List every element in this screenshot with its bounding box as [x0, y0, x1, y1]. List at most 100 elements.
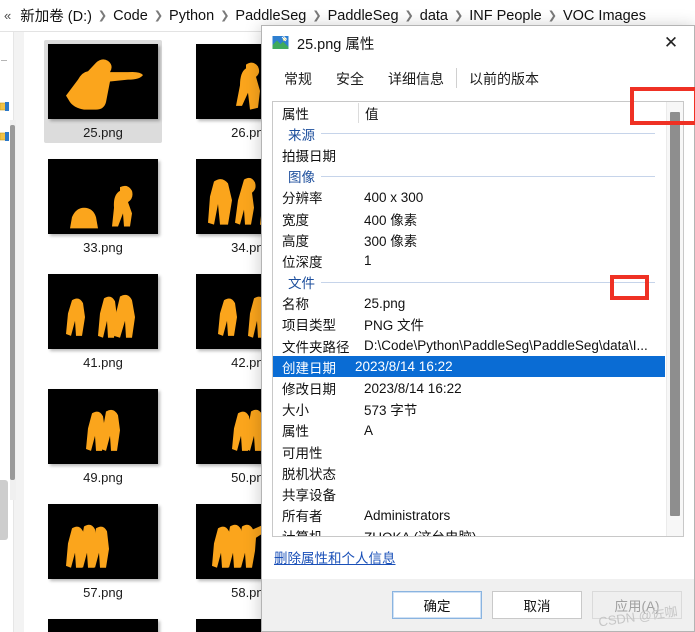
property-value[interactable]: 2023/8/14 16:22 [355, 359, 665, 374]
property-group-header: 文件 [273, 272, 665, 293]
nav-folder-icon [0, 128, 9, 141]
breadcrumb-separator-icon: ❯ [547, 10, 557, 22]
remove-properties-link[interactable]: 删除属性和个人信息 [274, 547, 396, 567]
property-list[interactable]: 属性值来源 拍摄日期 图像 分辨率 400 x 300 宽度 400 像素 高度 300 像素位… [272, 101, 684, 537]
file-name-label: 41.png [83, 355, 123, 370]
property-value[interactable]: 400 像素 [364, 209, 665, 229]
file-thumbnail [48, 274, 158, 349]
property-row[interactable]: 属性 A [273, 420, 665, 441]
property-row[interactable]: 文件夹路径 D:\Code\Python\PaddleSeg\PaddleSeg\… [273, 335, 665, 356]
file-name-label: 33.png [83, 240, 123, 255]
file-tile[interactable]: 57.png [44, 500, 162, 603]
property-key: 分辨率 [282, 191, 323, 207]
tab-previous-versions[interactable]: 以前的版本 [457, 64, 551, 95]
property-key: 共享设备 [282, 487, 336, 503]
property-key: 位深度 [282, 254, 323, 270]
property-group-header: 来源 [273, 123, 665, 144]
property-value[interactable]: Administrators [364, 508, 665, 523]
property-row[interactable]: 计算机ZUOKA (这台电脑) [273, 526, 665, 536]
file-thumbnail [48, 504, 158, 579]
property-row-selected[interactable]: 创建日期 2023/8/14 16:22 [273, 356, 665, 378]
column-header-property[interactable]: 属性 [282, 103, 364, 123]
property-value[interactable]: A [364, 423, 665, 438]
property-value[interactable]: 2023/8/14 16:22 [364, 381, 665, 396]
file-thumbnail [48, 389, 158, 464]
property-key: 计算机 [282, 526, 364, 536]
cancel-button[interactable]: 取消 [492, 591, 582, 619]
property-row[interactable]: 大小 573 字节 [273, 399, 665, 420]
file-tile[interactable]: 49.png [44, 385, 162, 488]
tab-security[interactable]: 安全 [324, 64, 376, 95]
navigation-scrollbar-thumb[interactable] [10, 125, 15, 480]
property-row[interactable]: 位深度 1 [273, 250, 665, 271]
dialog-tabstrip[interactable]: 常规 安全 详细信息 以前的版本 [262, 60, 694, 95]
property-value[interactable]: 1 [364, 253, 665, 268]
property-key: 项目类型 [282, 318, 336, 334]
dialog-body: 属性值来源 拍摄日期 图像 分辨率 400 x 300 宽度 400 像素 高度 300 像素位… [262, 95, 694, 579]
file-name-label: 25.png [83, 125, 123, 140]
property-list-scrollbar-thumb[interactable] [670, 112, 680, 516]
property-row[interactable]: 修改日期 2023/8/14 16:22 [273, 377, 665, 398]
dialog-footer: 确定 取消 应用(A) CSDN @佐咖 [262, 579, 694, 631]
group-divider [321, 175, 655, 177]
property-row[interactable]: 拍摄日期 [273, 144, 665, 165]
nav-folder-icon [0, 98, 9, 111]
file-thumbnail [48, 619, 158, 632]
property-key: 所有者 [282, 509, 323, 525]
property-row[interactable]: 可用性 [273, 441, 665, 462]
property-row[interactable]: 宽度 400 像素 [273, 208, 665, 229]
breadcrumb-item-2[interactable]: Python [164, 6, 219, 26]
property-value[interactable]: D:\Code\Python\PaddleSeg\PaddleSeg\data\… [364, 338, 665, 353]
properties-dialog: 25.png 属性 ✕ 常规 安全 详细信息 以前的版本 属性值来源 拍摄日期图像… [261, 25, 695, 632]
column-header-value[interactable]: 值 [358, 102, 665, 123]
tab-general[interactable]: 常规 [272, 64, 324, 95]
file-tile[interactable]: 65.png [44, 615, 162, 632]
property-value[interactable]: 400 x 300 [364, 190, 665, 205]
breadcrumb-item-6[interactable]: INF People [464, 6, 547, 26]
breadcrumb-item-7[interactable]: VOC Images [558, 6, 651, 26]
property-rows: 属性值来源 拍摄日期 图像 分辨率 400 x 300 宽度 400 像素 高度 300 像素位… [273, 102, 665, 536]
property-value[interactable]: 573 字节 [364, 399, 665, 419]
property-row[interactable]: 高度 300 像素 [273, 229, 665, 250]
property-row[interactable]: 名称 25.png [273, 293, 665, 314]
breadcrumb-item-1[interactable]: Code [108, 6, 153, 26]
property-row[interactable]: 所有者 Administrators [273, 505, 665, 526]
breadcrumb-separator-icon: ❯ [220, 10, 230, 22]
screenshot-root: « 新加卷 (D:) ❯ Code ❯ Python ❯ PaddleSeg ❯… [0, 0, 695, 632]
property-group-label: 来源 [288, 127, 315, 143]
property-value[interactable]: 300 像素 [364, 230, 665, 250]
property-key: 修改日期 [282, 382, 336, 398]
property-row[interactable]: 共享设备 [273, 483, 665, 504]
property-value[interactable]: ZUOKA (这台电脑) [364, 526, 665, 536]
file-tile[interactable]: 33.png [44, 155, 162, 258]
group-divider [321, 133, 655, 135]
breadcrumb-item-4[interactable]: PaddleSeg [323, 6, 404, 26]
breadcrumb-item-5[interactable]: data [415, 6, 453, 26]
navigation-pane-handle[interactable] [0, 480, 8, 540]
property-value[interactable]: PNG 文件 [364, 314, 665, 334]
breadcrumb-item-3[interactable]: PaddleSeg [230, 6, 311, 26]
property-row[interactable]: 脱机状态 [273, 462, 665, 483]
breadcrumb-overflow-icon[interactable]: « [2, 8, 15, 23]
file-name-label: 49.png [83, 470, 123, 485]
property-list-scrollbar-track[interactable] [666, 102, 683, 536]
ok-button[interactable]: 确定 [392, 591, 482, 619]
close-icon[interactable]: ✕ [648, 26, 694, 60]
dialog-titlebar[interactable]: 25.png 属性 ✕ [262, 26, 694, 60]
image-file-icon [272, 35, 289, 51]
file-tile[interactable]: 41.png [44, 270, 162, 373]
property-key: 名称 [282, 297, 309, 313]
file-tile[interactable]: 25.png [44, 40, 162, 143]
property-key: 创建日期 [282, 360, 336, 376]
apply-button: 应用(A) [592, 591, 682, 619]
tab-details[interactable]: 详细信息 [376, 64, 456, 95]
breadcrumb-item-0[interactable]: 新加卷 (D:) [15, 3, 97, 28]
property-row[interactable]: 项目类型 PNG 文件 [273, 314, 665, 335]
property-row[interactable]: 分辨率 400 x 300 [273, 187, 665, 208]
property-value[interactable]: 25.png [364, 296, 665, 311]
dialog-title: 25.png 属性 [297, 36, 375, 53]
property-key: 大小 [282, 403, 309, 419]
file-thumbnail [48, 44, 158, 119]
property-group-label: 图像 [288, 170, 315, 186]
group-divider [321, 281, 655, 283]
